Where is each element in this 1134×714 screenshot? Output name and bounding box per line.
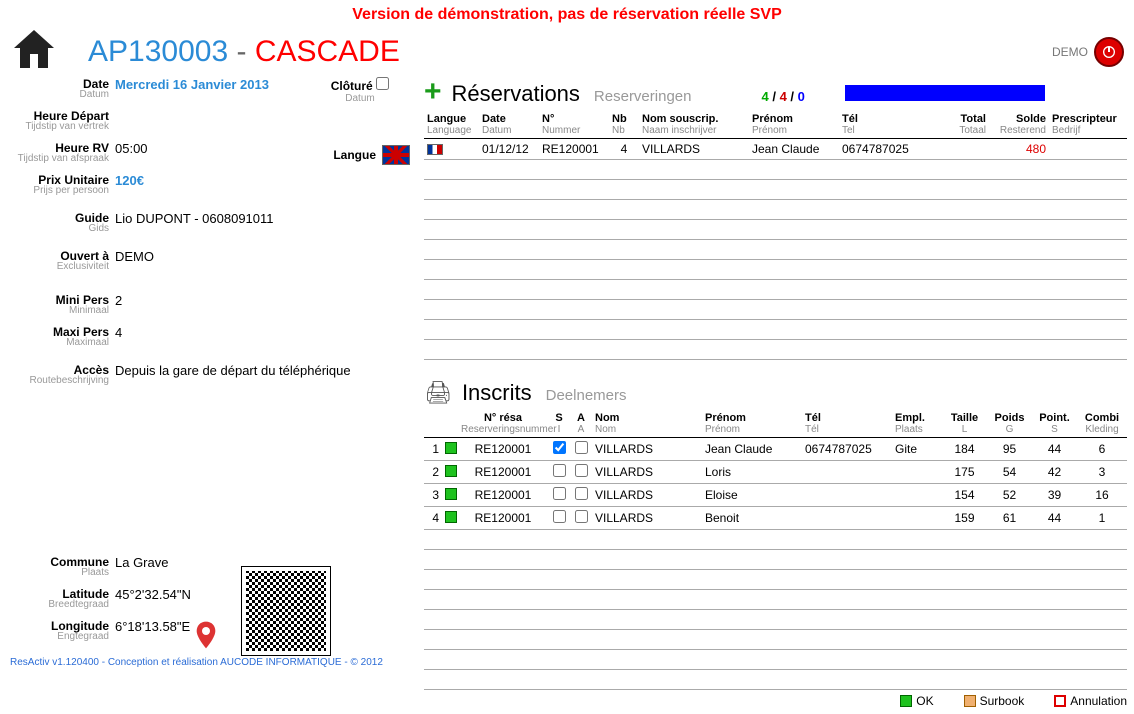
ouvert-value: DEMO	[115, 249, 154, 277]
inscrits-title: Inscrits	[462, 380, 532, 406]
inscrit-row[interactable]	[424, 570, 1127, 590]
reservation-row[interactable]	[424, 180, 1127, 200]
inscrits-subtitle: Deelnemers	[546, 387, 627, 404]
inscrit-row[interactable]	[424, 590, 1127, 610]
cloture-field: Clôturé Datum	[310, 77, 410, 104]
a-checkbox[interactable]	[575, 487, 588, 500]
heure-rv-value: 05:00	[115, 141, 148, 169]
inscrit-row[interactable]: 1RE120001VILLARDSJean Claude0674787025Gi…	[424, 438, 1127, 461]
inscrit-row[interactable]	[424, 630, 1127, 650]
legend: OK Surbook Annulation	[424, 694, 1127, 708]
res-col-date: DateDatum	[479, 111, 539, 139]
inscrit-row[interactable]	[424, 610, 1127, 630]
reservations-subtitle: Reserveringen	[594, 88, 692, 105]
home-icon[interactable]	[10, 26, 58, 77]
power-button[interactable]	[1094, 37, 1124, 67]
res-col-nom: Nom souscrip.Naam inschrijver	[639, 111, 749, 139]
a-checkbox[interactable]	[575, 464, 588, 477]
inscrit-row[interactable]	[424, 550, 1127, 570]
res-col-prenom: PrénomPrénom	[749, 111, 839, 139]
s-checkbox[interactable]	[553, 464, 566, 477]
prix-value: 120€	[115, 173, 144, 201]
reservation-counts: 4 / 4 / 0	[761, 89, 804, 104]
progress-bar	[845, 85, 1045, 101]
demo-label: DEMO	[1052, 45, 1088, 59]
res-col-num: N°Nummer	[539, 111, 609, 139]
reservation-row[interactable]	[424, 220, 1127, 240]
reservation-row[interactable]	[424, 320, 1127, 340]
add-reservation-button[interactable]: +	[424, 82, 442, 102]
footer-text: ResActiv v1.120400 - Conception et réali…	[10, 657, 410, 668]
inscrit-row[interactable]	[424, 650, 1127, 670]
legend-annulation-icon	[1054, 695, 1066, 707]
reservation-row[interactable]	[424, 260, 1127, 280]
res-col-solde: SoldeResterend	[989, 111, 1049, 139]
s-checkbox[interactable]	[553, 441, 566, 454]
qr-code	[242, 567, 330, 655]
mini-value: 2	[115, 293, 122, 321]
reservation-row[interactable]	[424, 280, 1127, 300]
status-ok-icon	[445, 465, 457, 477]
reservation-row[interactable]: 01/12/12RE1200014VILLARDSJean Claude0674…	[424, 139, 1127, 160]
inscrit-row[interactable]: 2RE120001VILLARDSLoris17554423	[424, 461, 1127, 484]
reservation-row[interactable]	[424, 340, 1127, 360]
status-ok-icon	[445, 488, 457, 500]
maxi-value: 4	[115, 325, 122, 353]
reservation-row[interactable]	[424, 300, 1127, 320]
legend-ok-icon	[900, 695, 912, 707]
reservation-row[interactable]	[424, 160, 1127, 180]
acces-value: Depuis la gare de départ du téléphérique	[115, 363, 351, 391]
fr-flag-icon	[427, 144, 443, 155]
reservations-title: Réservations	[452, 81, 580, 107]
res-col-nb: NbNb	[609, 111, 639, 139]
map-pin-icon[interactable]	[190, 619, 222, 651]
s-checkbox[interactable]	[553, 487, 566, 500]
commune-value: La Grave	[115, 555, 168, 583]
inscrits-table: N° résaReserveringsnummerSIAANomNomPréno…	[424, 410, 1127, 690]
a-checkbox[interactable]	[575, 441, 588, 454]
uk-flag-icon[interactable]	[382, 145, 410, 165]
res-col-langue: LangueLanguage	[424, 111, 479, 139]
res-col-total: TotalTotaal	[929, 111, 989, 139]
guide-value: Lio DUPONT - 0608091011	[115, 211, 274, 239]
s-checkbox[interactable]	[553, 510, 566, 523]
legend-surbook-icon	[964, 695, 976, 707]
langue-label: Langue	[333, 148, 376, 162]
reservation-row[interactable]	[424, 200, 1127, 220]
longitude-value: 6°18'13.58"E	[115, 619, 190, 651]
demo-banner: Version de démonstration, pas de réserva…	[10, 6, 1124, 24]
reservations-table: LangueLanguageDateDatumN°NummerNbNbNom s…	[424, 111, 1127, 360]
status-ok-icon	[445, 511, 457, 523]
reservation-row[interactable]	[424, 240, 1127, 260]
inscrit-row[interactable]: 4RE120001VILLARDSBenoit15961441	[424, 507, 1127, 530]
page-title: AP130003 - CASCADE	[88, 35, 400, 69]
a-checkbox[interactable]	[575, 510, 588, 523]
inscrit-row[interactable]: 3RE120001VILLARDSEloise154523916	[424, 484, 1127, 507]
inscrit-row[interactable]	[424, 670, 1127, 690]
latitude-value: 45°2'32.54"N	[115, 587, 191, 615]
inscrit-row[interactable]	[424, 530, 1127, 550]
printer-icon[interactable]: 🖨	[424, 380, 452, 406]
res-col-tel: TélTel	[839, 111, 929, 139]
cloture-checkbox[interactable]	[376, 77, 389, 90]
res-col-presc: PrescripteurBedrijf	[1049, 111, 1127, 139]
status-ok-icon	[445, 442, 457, 454]
date-value: Mercredi 16 Janvier 2013	[115, 77, 269, 105]
